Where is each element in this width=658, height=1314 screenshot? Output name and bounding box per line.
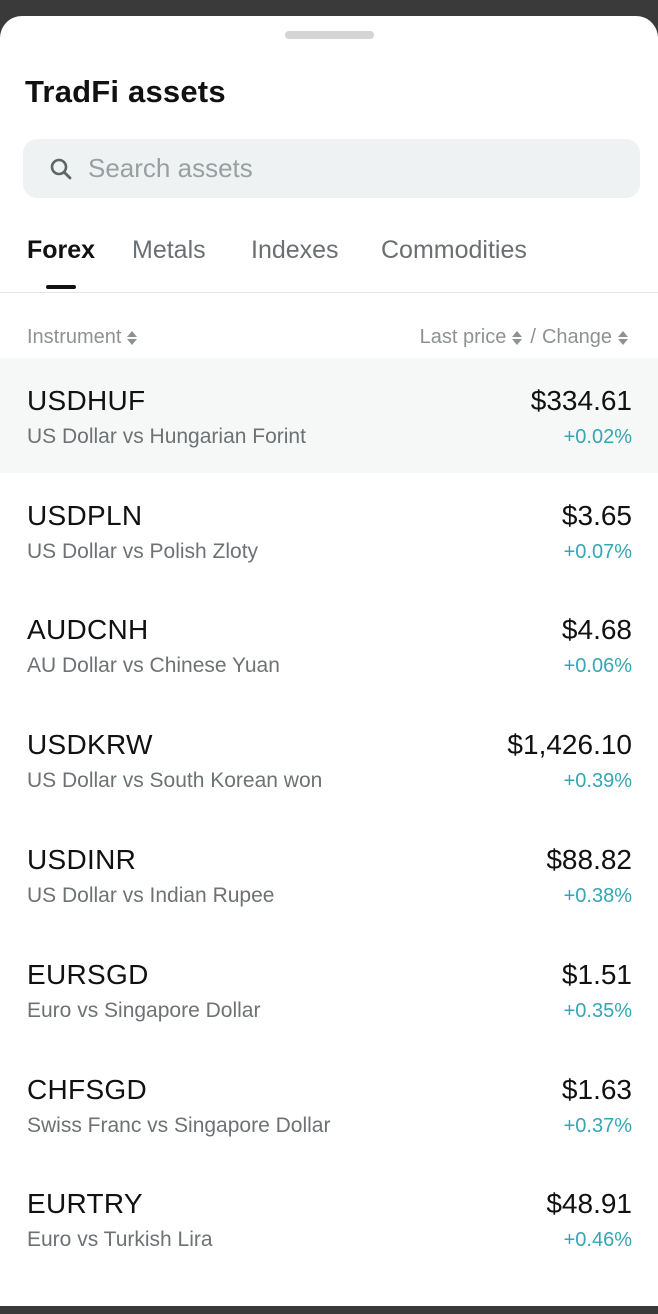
category-tabs: Forex Metals Indexes Commodities [0, 230, 658, 293]
instrument-symbol: USDKRW [27, 729, 153, 760]
sort-icon [512, 330, 523, 345]
instrument-name: US Dollar vs Polish Zloty [27, 540, 259, 563]
list-item[interactable]: USDINR US Dollar vs Indian Rupee $88.82 … [0, 817, 658, 932]
last-price: $1.63 [561, 1074, 632, 1105]
instrument-name: US Dollar vs Indian Rupee [27, 884, 275, 907]
price-change: +0.39% [563, 770, 632, 792]
header-separator: / [530, 326, 536, 348]
system-bottom-edge [0, 1306, 658, 1314]
list-item[interactable]: CHFSGD Swiss Franc vs Singapore Dollar $… [0, 1047, 658, 1162]
instrument-name: US Dollar vs Hungarian Forint [27, 425, 306, 448]
price-change: +0.06% [563, 655, 632, 677]
last-price: $334.61 [530, 385, 632, 416]
instrument-symbol: USDINR [27, 844, 137, 875]
last-price: $1.51 [561, 959, 632, 990]
instrument-symbol: CHFSGD [27, 1074, 148, 1105]
price-change: +0.07% [563, 541, 632, 563]
search-input[interactable] [86, 152, 590, 185]
tab-indexes[interactable]: Indexes [251, 236, 339, 265]
list-item[interactable]: USDHUF US Dollar vs Hungarian Forint $33… [0, 358, 658, 473]
sort-icon [127, 330, 138, 345]
list-item[interactable]: USDKRW US Dollar vs South Korean won $1,… [0, 702, 658, 817]
list-item[interactable]: AUDCNH AU Dollar vs Chinese Yuan $4.68 +… [0, 587, 658, 702]
instrument-symbol: USDHUF [27, 385, 146, 416]
change-header-label: Change [541, 326, 612, 348]
price-change: +0.38% [563, 885, 632, 907]
instrument-name: Swiss Franc vs Singapore Dollar [27, 1114, 331, 1137]
instrument-symbol: EURTRY [27, 1188, 143, 1219]
last-price: $3.65 [561, 500, 632, 531]
asset-picker-sheet: TradFi assets Forex Metals Indexes Commo… [0, 16, 658, 1306]
last-price: $48.91 [546, 1188, 632, 1219]
instrument-header-label: Instrument [27, 326, 122, 348]
sheet-drag-handle[interactable] [285, 31, 374, 39]
change-header[interactable]: Change [542, 326, 628, 349]
page-title: TradFi assets [25, 74, 226, 109]
search-bar[interactable] [23, 139, 640, 198]
tab-metals[interactable]: Metals [132, 236, 206, 265]
instrument-column-header[interactable]: Instrument [27, 326, 138, 349]
tab-commodities[interactable]: Commodities [381, 236, 527, 265]
price-change-column-header: Last price / Change [420, 326, 628, 349]
last-price: $4.68 [561, 614, 632, 645]
tab-forex[interactable]: Forex [27, 236, 95, 265]
instrument-name: Euro vs Turkish Lira [27, 1228, 213, 1251]
instrument-symbol: AUDCNH [27, 614, 149, 645]
instrument-name: US Dollar vs South Korean won [27, 769, 323, 792]
price-change: +0.35% [563, 1000, 632, 1022]
price-change: +0.46% [563, 1229, 632, 1251]
instrument-name: Euro vs Singapore Dollar [27, 999, 261, 1022]
sort-icon [618, 330, 628, 345]
instrument-name: AU Dollar vs Chinese Yuan [27, 654, 280, 677]
last-price: $88.82 [546, 844, 632, 875]
last-price-header-label: Last price [419, 326, 507, 348]
instrument-symbol: USDPLN [27, 500, 143, 531]
instrument-symbol: EURSGD [27, 959, 149, 990]
price-change: +0.37% [563, 1115, 632, 1137]
last-price: $1,426.10 [507, 729, 632, 760]
search-icon [48, 156, 74, 182]
list-item[interactable]: EURSGD Euro vs Singapore Dollar $1.51 +0… [0, 932, 658, 1047]
last-price-header[interactable]: Last price [420, 326, 523, 349]
list-item[interactable]: EURTRY Euro vs Turkish Lira $48.91 +0.46… [0, 1161, 658, 1276]
price-change: +0.02% [563, 426, 632, 448]
list-item[interactable]: USDPLN US Dollar vs Polish Zloty $3.65 +… [0, 473, 658, 588]
active-tab-indicator [46, 285, 76, 289]
